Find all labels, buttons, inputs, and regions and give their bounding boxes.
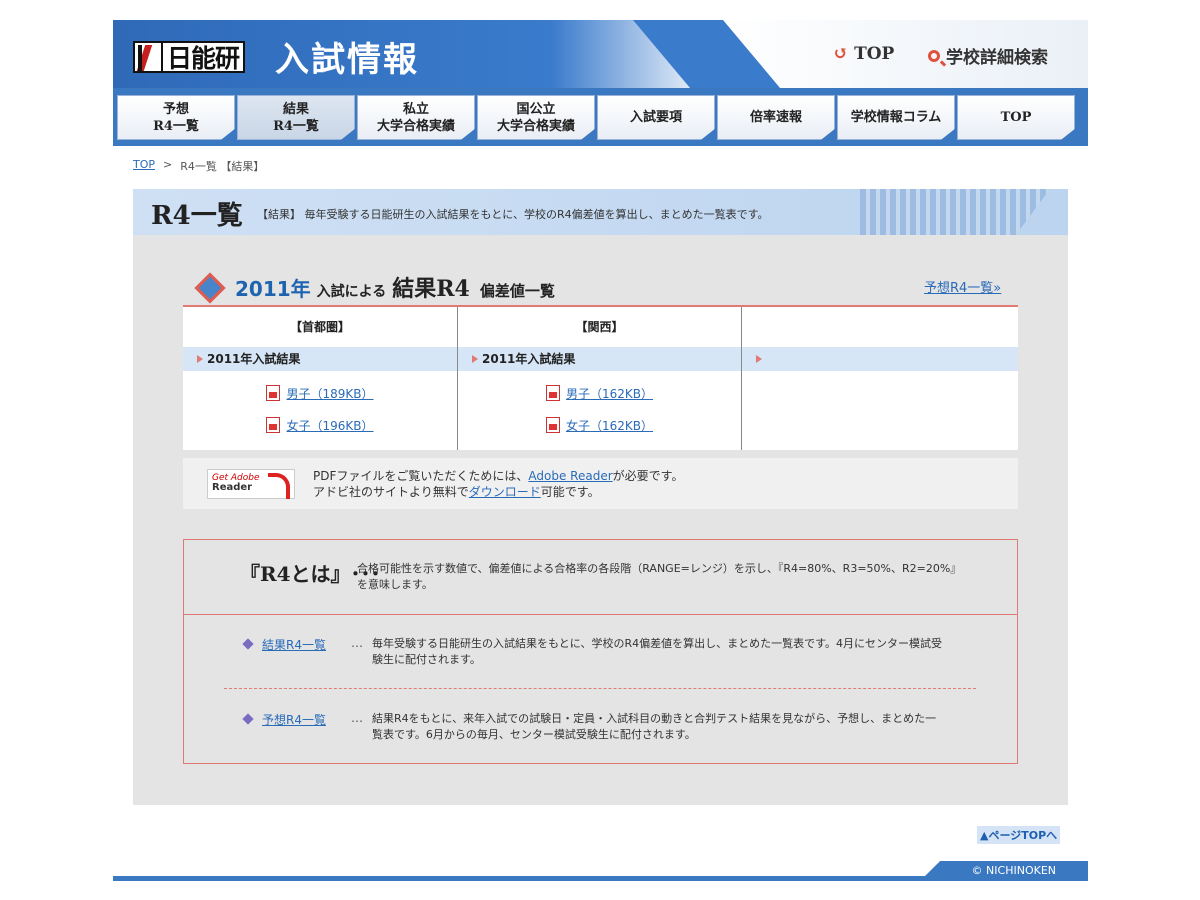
adobe-notice-text: PDFファイルをご覧いただくためには、Adobe Readerが必要です。 アド…: [313, 468, 683, 500]
separator-dots: …: [351, 636, 363, 650]
pdf-link-boys-kansai[interactable]: 男子（162KB）: [566, 385, 653, 402]
list-item: 女子（162KB）: [458, 409, 741, 441]
notice-text: が必要です。: [612, 469, 684, 483]
nav-label: 結果: [282, 101, 309, 117]
adobe-logo-icon: [268, 473, 290, 499]
nav-public-univ[interactable]: 国公立 大学合格実績: [477, 95, 595, 140]
kekka-r4-link[interactable]: 結果R4一覧: [262, 636, 342, 668]
item-description: 毎年受験する日能研生の入試結果をもとに、学校のR4偏差値を算出し、まとめた一覧表…: [372, 637, 942, 666]
page-title: R4一覧: [151, 201, 243, 231]
column-header: 【関西】: [575, 320, 624, 334]
column-subheader: 2011年入試結果: [458, 347, 741, 371]
nav-label: 私立: [402, 101, 429, 117]
search-icon: [928, 49, 940, 62]
nav-label: TOP: [1000, 110, 1032, 125]
nav-label: 大学合格実績: [376, 118, 455, 134]
yoso-r4-link[interactable]: 予想R4一覧»: [924, 277, 1001, 296]
nav-private-univ[interactable]: 私立 大学合格実績: [357, 95, 475, 140]
pdf-link-girls-shutoken[interactable]: 女子（196KB）: [286, 417, 373, 434]
nav-ratio-report[interactable]: 倍率速報: [717, 95, 835, 140]
column-empty: [742, 307, 1018, 450]
nav-label: 国公立: [516, 101, 556, 117]
return-arrow-icon: ↺: [833, 43, 849, 64]
nav-school-column[interactable]: 学校情報コラム: [837, 95, 955, 140]
dashed-divider: [224, 688, 976, 689]
heading-prefix: 入試による: [316, 284, 387, 300]
section-heading: 2011年 入試による 結果R4 偏差値一覧: [194, 271, 555, 304]
get-adobe-reader-badge[interactable]: Get Adobe Reader: [207, 469, 295, 499]
heading-suffix: 偏差値一覧: [479, 282, 555, 300]
notice-text: PDFファイルをご覧いただくためには、: [313, 469, 529, 483]
column-shutoken: 【首都圏】 2011年入試結果 男子（189KB） 女子（196KB）: [183, 307, 458, 450]
r4-explanation-box: 『R4とは』･･･ 合格可能性を示す数値で、偏差値による合格率の各段階（RANG…: [183, 539, 1018, 764]
badge-reader-text: Reader: [212, 482, 253, 493]
pdf-icon: [266, 385, 281, 401]
r4-definition-text: 合格可能性を示す数値で、偏差値による合格率の各段階（RANGE=レンジ）を示し、…: [357, 562, 962, 591]
diamond-bullet-icon: [242, 713, 254, 725]
nav-label: 予想: [162, 101, 189, 117]
logo-mark-icon: [133, 41, 163, 73]
banner-decoration: [860, 189, 1050, 235]
nav-top[interactable]: TOP: [957, 95, 1075, 140]
download-link[interactable]: ダウンロード: [469, 485, 541, 499]
nav-label: 倍率速報: [749, 110, 802, 125]
nav-label: 入試要項: [629, 110, 682, 125]
pdf-icon: [545, 417, 560, 433]
main-nav: 予想 R4一覧 結果 R4一覧 私立 大学合格実績 国公立 大学合格実績 入試要項 倍率…: [117, 95, 1075, 140]
site-header: 日能研 入試情報 ↺ TOP 学校詳細検索 予想 R4一覧 結果 R4一覧 私立 大学…: [113, 20, 1088, 146]
header-top-link[interactable]: ↺ TOP: [833, 43, 894, 64]
notice-text: 可能です。: [540, 485, 600, 499]
logo-text: 日能研: [163, 41, 246, 73]
results-table: 【首都圏】 2011年入試結果 男子（189KB） 女子（196KB） 【関西】…: [183, 305, 1018, 450]
column-kansai: 【関西】 2011年入試結果 男子（162KB） 女子（162KB）: [458, 307, 742, 450]
list-item: 予想R4一覧 … 結果R4をもとに、来年入試での試験日・定員・入試科目の動きと合…: [242, 711, 984, 743]
adobe-reader-link[interactable]: Adobe Reader: [528, 469, 612, 483]
pdf-icon: [545, 385, 560, 401]
column-header: [742, 307, 1018, 347]
column-subheader-empty: [742, 347, 1018, 371]
nav-label: 学校情報コラム: [850, 110, 942, 125]
breadcrumb: TOP > R4一覧 【結果】: [133, 158, 264, 174]
column-subheader: 2011年入試結果: [183, 347, 457, 371]
column-header: 【首都圏】: [289, 320, 350, 334]
nav-admission-guide[interactable]: 入試要項: [597, 95, 715, 140]
nav-label: R4一覧: [273, 118, 319, 134]
page-banner: R4一覧 【結果】 毎年受験する日能研生の入試結果をもとに、学校のR4偏差値を算…: [133, 189, 1068, 235]
main-panel: R4一覧 【結果】 毎年受験する日能研生の入試結果をもとに、学校のR4偏差値を算…: [133, 189, 1068, 805]
notice-text: アドビ社のサイトより無料で: [313, 485, 469, 499]
breadcrumb-home-link[interactable]: TOP: [133, 158, 155, 174]
nichinoken-logo[interactable]: 日能研: [133, 39, 246, 75]
list-item: 結果R4一覧 … 毎年受験する日能研生の入試結果をもとに、学校のR4偏差値を算出…: [242, 636, 984, 668]
breadcrumb-separator: >: [163, 158, 173, 171]
diamond-bullet-icon: [242, 638, 254, 650]
nav-label: R4一覧: [153, 118, 199, 134]
diamond-icon: [194, 272, 226, 304]
footer-line: [113, 876, 1088, 881]
pdf-link-boys-shutoken[interactable]: 男子（189KB）: [286, 385, 373, 402]
yoso-r4-info-link[interactable]: 予想R4一覧: [262, 711, 342, 743]
page-top-button[interactable]: ▲ページTOPへ: [977, 826, 1061, 844]
page-description: 【結果】 毎年受験する日能研生の入試結果をもとに、学校のR4偏差値を算出し、まと…: [257, 208, 769, 221]
r4-definition: 『R4とは』･･･ 合格可能性を示す数値で、偏差値による合格率の各段階（RANG…: [184, 540, 1017, 615]
heading-year: 2011年: [235, 277, 311, 301]
separator-dots: …: [351, 711, 363, 725]
header-search-label: 学校詳細検索: [946, 48, 1048, 68]
nav-yoso-r4[interactable]: 予想 R4一覧: [117, 95, 235, 140]
pdf-link-girls-kansai[interactable]: 女子（162KB）: [566, 417, 653, 434]
header-search-link[interactable]: 学校詳細検索: [928, 43, 1048, 68]
item-description: 結果R4をもとに、来年入試での試験日・定員・入試科目の動きと合判テスト結果を見な…: [372, 712, 937, 741]
nav-label: 大学合格実績: [496, 118, 575, 134]
pdf-icon: [266, 417, 281, 433]
breadcrumb-current: R4一覧 【結果】: [180, 160, 265, 173]
nav-kekka-r4[interactable]: 結果 R4一覧: [237, 95, 355, 140]
site-title: 入試情報: [275, 40, 419, 80]
adobe-reader-notice: Get Adobe Reader PDFファイルをご覧いただくためには、Adob…: [183, 458, 1018, 509]
list-item: 男子（189KB）: [183, 377, 457, 409]
header-top-label: TOP: [854, 43, 895, 64]
list-item: 男子（162KB）: [458, 377, 741, 409]
heading-main: 結果R4: [392, 276, 470, 302]
list-item: 女子（196KB）: [183, 409, 457, 441]
